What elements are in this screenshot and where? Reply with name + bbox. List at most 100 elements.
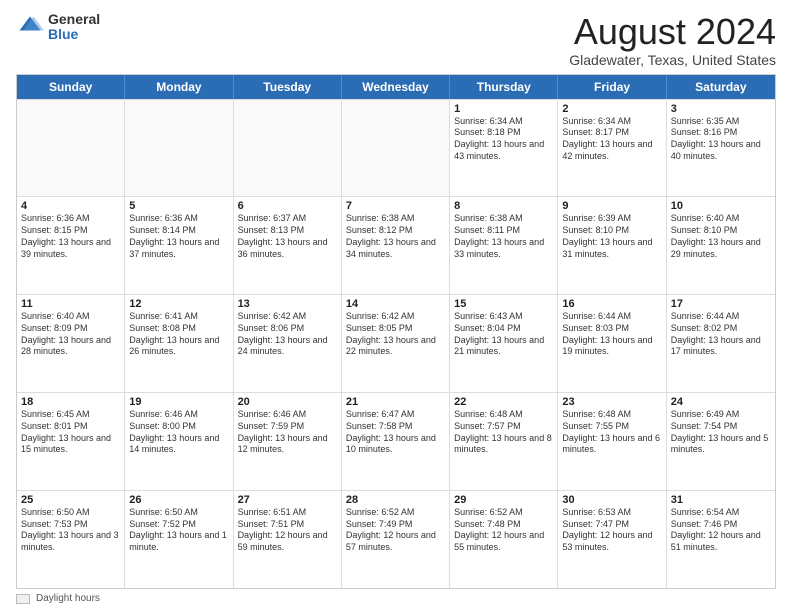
table-row: 31Sunrise: 6:54 AMSunset: 7:46 PMDayligh… xyxy=(667,491,775,588)
logo-text: General Blue xyxy=(48,12,100,43)
table-row: 19Sunrise: 6:46 AMSunset: 8:00 PMDayligh… xyxy=(125,393,233,490)
table-row: 8Sunrise: 6:38 AMSunset: 8:11 PMDaylight… xyxy=(450,197,558,294)
table-row: 18Sunrise: 6:45 AMSunset: 8:01 PMDayligh… xyxy=(17,393,125,490)
day-number: 31 xyxy=(671,494,771,506)
table-row: 23Sunrise: 6:48 AMSunset: 7:55 PMDayligh… xyxy=(558,393,666,490)
table-row: 9Sunrise: 6:39 AMSunset: 8:10 PMDaylight… xyxy=(558,197,666,294)
day-info: Sunrise: 6:45 AMSunset: 8:01 PMDaylight:… xyxy=(21,409,120,456)
header: General Blue August 2024 Gladewater, Tex… xyxy=(16,12,776,68)
table-row: 7Sunrise: 6:38 AMSunset: 8:12 PMDaylight… xyxy=(342,197,450,294)
day-number: 12 xyxy=(129,298,228,310)
day-info: Sunrise: 6:50 AMSunset: 7:53 PMDaylight:… xyxy=(21,507,120,554)
table-row: 11Sunrise: 6:40 AMSunset: 8:09 PMDayligh… xyxy=(17,295,125,392)
day-number: 5 xyxy=(129,200,228,212)
table-row: 12Sunrise: 6:41 AMSunset: 8:08 PMDayligh… xyxy=(125,295,233,392)
day-number: 25 xyxy=(21,494,120,506)
day-info: Sunrise: 6:41 AMSunset: 8:08 PMDaylight:… xyxy=(129,311,228,358)
table-row: 17Sunrise: 6:44 AMSunset: 8:02 PMDayligh… xyxy=(667,295,775,392)
table-row: 13Sunrise: 6:42 AMSunset: 8:06 PMDayligh… xyxy=(234,295,342,392)
day-number: 10 xyxy=(671,200,771,212)
page: General Blue August 2024 Gladewater, Tex… xyxy=(0,0,792,612)
day-info: Sunrise: 6:51 AMSunset: 7:51 PMDaylight:… xyxy=(238,507,337,554)
table-row: 4Sunrise: 6:36 AMSunset: 8:15 PMDaylight… xyxy=(17,197,125,294)
logo-icon xyxy=(16,13,44,41)
day-info: Sunrise: 6:42 AMSunset: 8:05 PMDaylight:… xyxy=(346,311,445,358)
day-number: 22 xyxy=(454,396,553,408)
day-number: 28 xyxy=(346,494,445,506)
header-day-friday: Friday xyxy=(558,75,666,99)
day-number: 6 xyxy=(238,200,337,212)
table-row xyxy=(17,100,125,197)
day-info: Sunrise: 6:47 AMSunset: 7:58 PMDaylight:… xyxy=(346,409,445,456)
footer-box xyxy=(16,594,30,604)
day-number: 17 xyxy=(671,298,771,310)
header-day-saturday: Saturday xyxy=(667,75,775,99)
table-row: 3Sunrise: 6:35 AMSunset: 8:16 PMDaylight… xyxy=(667,100,775,197)
table-row: 24Sunrise: 6:49 AMSunset: 7:54 PMDayligh… xyxy=(667,393,775,490)
day-info: Sunrise: 6:42 AMSunset: 8:06 PMDaylight:… xyxy=(238,311,337,358)
day-number: 3 xyxy=(671,103,771,115)
table-row: 10Sunrise: 6:40 AMSunset: 8:10 PMDayligh… xyxy=(667,197,775,294)
day-number: 23 xyxy=(562,396,661,408)
day-number: 19 xyxy=(129,396,228,408)
day-info: Sunrise: 6:36 AMSunset: 8:15 PMDaylight:… xyxy=(21,213,120,260)
day-info: Sunrise: 6:35 AMSunset: 8:16 PMDaylight:… xyxy=(671,116,771,163)
day-info: Sunrise: 6:38 AMSunset: 8:11 PMDaylight:… xyxy=(454,213,553,260)
table-row: 29Sunrise: 6:52 AMSunset: 7:48 PMDayligh… xyxy=(450,491,558,588)
header-day-sunday: Sunday xyxy=(17,75,125,99)
title-block: August 2024 Gladewater, Texas, United St… xyxy=(569,12,776,68)
table-row: 21Sunrise: 6:47 AMSunset: 7:58 PMDayligh… xyxy=(342,393,450,490)
header-day-wednesday: Wednesday xyxy=(342,75,450,99)
day-number: 7 xyxy=(346,200,445,212)
day-number: 14 xyxy=(346,298,445,310)
table-row: 1Sunrise: 6:34 AMSunset: 8:18 PMDaylight… xyxy=(450,100,558,197)
calendar-header: SundayMondayTuesdayWednesdayThursdayFrid… xyxy=(17,75,775,99)
day-number: 26 xyxy=(129,494,228,506)
calendar-row-1: 1Sunrise: 6:34 AMSunset: 8:18 PMDaylight… xyxy=(17,99,775,197)
table-row xyxy=(234,100,342,197)
day-info: Sunrise: 6:38 AMSunset: 8:12 PMDaylight:… xyxy=(346,213,445,260)
day-number: 21 xyxy=(346,396,445,408)
day-number: 2 xyxy=(562,103,661,115)
day-info: Sunrise: 6:53 AMSunset: 7:47 PMDaylight:… xyxy=(562,507,661,554)
day-number: 18 xyxy=(21,396,120,408)
table-row: 6Sunrise: 6:37 AMSunset: 8:13 PMDaylight… xyxy=(234,197,342,294)
table-row: 27Sunrise: 6:51 AMSunset: 7:51 PMDayligh… xyxy=(234,491,342,588)
day-info: Sunrise: 6:48 AMSunset: 7:55 PMDaylight:… xyxy=(562,409,661,456)
day-number: 1 xyxy=(454,103,553,115)
day-info: Sunrise: 6:44 AMSunset: 8:02 PMDaylight:… xyxy=(671,311,771,358)
day-number: 29 xyxy=(454,494,553,506)
day-number: 30 xyxy=(562,494,661,506)
day-info: Sunrise: 6:44 AMSunset: 8:03 PMDaylight:… xyxy=(562,311,661,358)
table-row: 20Sunrise: 6:46 AMSunset: 7:59 PMDayligh… xyxy=(234,393,342,490)
day-number: 4 xyxy=(21,200,120,212)
day-number: 15 xyxy=(454,298,553,310)
day-number: 13 xyxy=(238,298,337,310)
day-info: Sunrise: 6:37 AMSunset: 8:13 PMDaylight:… xyxy=(238,213,337,260)
table-row: 26Sunrise: 6:50 AMSunset: 7:52 PMDayligh… xyxy=(125,491,233,588)
day-info: Sunrise: 6:52 AMSunset: 7:48 PMDaylight:… xyxy=(454,507,553,554)
table-row: 30Sunrise: 6:53 AMSunset: 7:47 PMDayligh… xyxy=(558,491,666,588)
table-row: 16Sunrise: 6:44 AMSunset: 8:03 PMDayligh… xyxy=(558,295,666,392)
calendar-row-5: 25Sunrise: 6:50 AMSunset: 7:53 PMDayligh… xyxy=(17,490,775,588)
day-info: Sunrise: 6:49 AMSunset: 7:54 PMDaylight:… xyxy=(671,409,771,456)
day-info: Sunrise: 6:40 AMSunset: 8:09 PMDaylight:… xyxy=(21,311,120,358)
day-info: Sunrise: 6:34 AMSunset: 8:17 PMDaylight:… xyxy=(562,116,661,163)
logo-blue: Blue xyxy=(48,27,100,42)
day-info: Sunrise: 6:50 AMSunset: 7:52 PMDaylight:… xyxy=(129,507,228,554)
header-day-monday: Monday xyxy=(125,75,233,99)
day-number: 9 xyxy=(562,200,661,212)
table-row: 5Sunrise: 6:36 AMSunset: 8:14 PMDaylight… xyxy=(125,197,233,294)
table-row: 25Sunrise: 6:50 AMSunset: 7:53 PMDayligh… xyxy=(17,491,125,588)
day-number: 11 xyxy=(21,298,120,310)
table-row: 14Sunrise: 6:42 AMSunset: 8:05 PMDayligh… xyxy=(342,295,450,392)
day-number: 8 xyxy=(454,200,553,212)
day-number: 20 xyxy=(238,396,337,408)
footer: Daylight hours xyxy=(16,593,776,604)
header-day-thursday: Thursday xyxy=(450,75,558,99)
footer-label: Daylight hours xyxy=(36,593,100,604)
day-number: 24 xyxy=(671,396,771,408)
table-row: 22Sunrise: 6:48 AMSunset: 7:57 PMDayligh… xyxy=(450,393,558,490)
day-info: Sunrise: 6:52 AMSunset: 7:49 PMDaylight:… xyxy=(346,507,445,554)
day-number: 16 xyxy=(562,298,661,310)
